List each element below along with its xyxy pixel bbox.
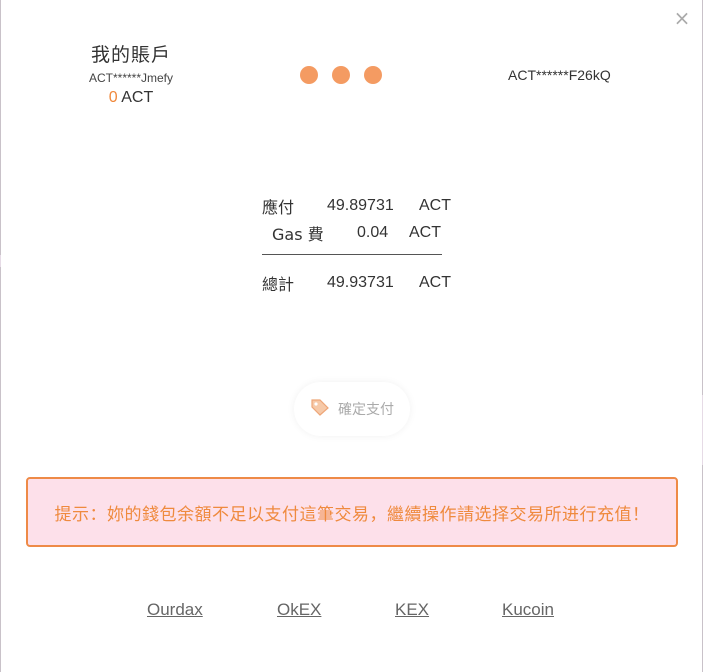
total-label: 總計 bbox=[262, 274, 295, 294]
confirm-label: 確定支付 bbox=[338, 402, 394, 418]
exchange-link-okex[interactable]: OkEX bbox=[277, 600, 321, 620]
payable-row: 應付 49.89731 ACT bbox=[262, 192, 462, 219]
payable-unit: ACT bbox=[419, 196, 451, 214]
gas-amount: 0.04 bbox=[357, 223, 389, 241]
gas-row: Gas 費 0.04 ACT bbox=[262, 219, 462, 246]
gas-unit: ACT bbox=[409, 223, 441, 241]
exchange-links: Ourdax OkEX KEX Kucoin bbox=[1, 600, 703, 622]
transfer-dots-icon bbox=[300, 66, 382, 84]
sender-address: ACT******Jmefy bbox=[88, 71, 174, 85]
exchange-link-kucoin[interactable]: Kucoin bbox=[502, 600, 554, 620]
close-icon[interactable]: × bbox=[672, 8, 692, 28]
payment-dialog: × 我的賬戶 ACT******Jmefy 0 ACT ACT******F26… bbox=[0, 0, 703, 672]
sender-account: 我的賬戶 ACT******Jmefy 0 ACT bbox=[61, 40, 201, 107]
payable-label: 應付 bbox=[262, 197, 295, 217]
exchange-link-ourdax[interactable]: Ourdax bbox=[147, 600, 203, 620]
balance-value: 0 bbox=[108, 89, 118, 106]
notice-text: 提示：妳的錢包余額不足以支付這筆交易，繼續操作請选择交易所进行充值！ bbox=[54, 504, 650, 525]
total-unit: ACT bbox=[419, 273, 451, 291]
dot bbox=[332, 66, 350, 84]
balance-unit: ACT bbox=[121, 89, 154, 106]
tag-icon bbox=[310, 398, 330, 420]
edge-mark bbox=[0, 255, 1, 267]
total-amount: 49.93731 bbox=[327, 273, 394, 291]
account-title: 我的賬戶 bbox=[90, 44, 171, 66]
insufficient-balance-notice: 提示：妳的錢包余額不足以支付這筆交易，繼續操作請选择交易所进行充值！ bbox=[26, 477, 678, 547]
dot bbox=[364, 66, 382, 84]
payable-amount: 49.89731 bbox=[327, 196, 394, 214]
exchange-link-kex[interactable]: KEX bbox=[395, 600, 429, 620]
bill-summary: 應付 49.89731 ACT Gas 費 0.04 ACT 總計 49.937… bbox=[262, 192, 462, 296]
balance: 0 ACT bbox=[61, 89, 201, 107]
gas-label: Gas 費 bbox=[272, 224, 324, 244]
total-row: 總計 49.93731 ACT bbox=[262, 269, 462, 296]
receiver-address: ACT******F26kQ bbox=[508, 67, 611, 83]
dot bbox=[300, 66, 318, 84]
divider bbox=[262, 254, 442, 255]
confirm-payment-button[interactable]: 確定支付 bbox=[294, 382, 410, 436]
